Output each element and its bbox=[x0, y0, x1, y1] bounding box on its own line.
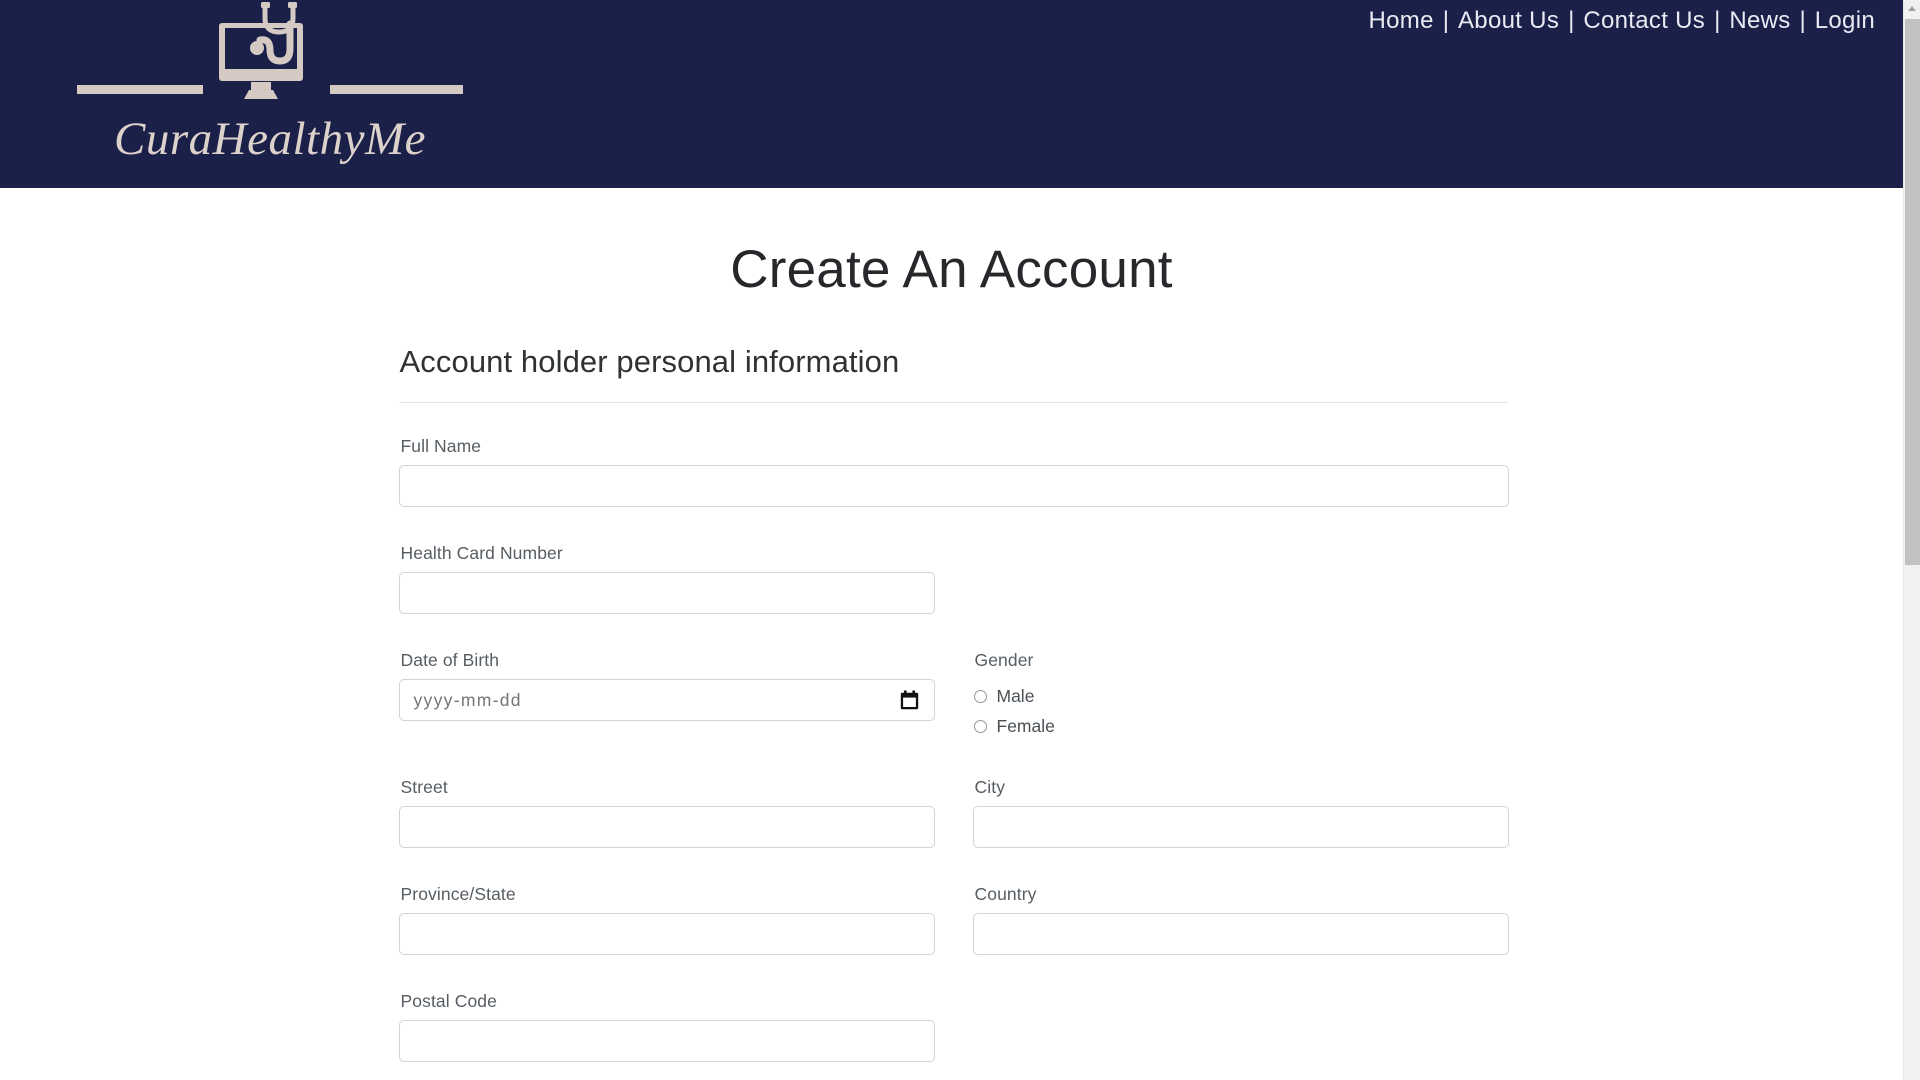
gender-option-male[interactable]: Male bbox=[973, 681, 1055, 711]
date-of-birth-control: yyyy-mm-dd bbox=[398, 679, 935, 722]
label-province-state: Province/State bbox=[400, 884, 516, 905]
create-account-form: Account holder personal information Full… bbox=[396, 344, 1509, 1063]
label-street: Street bbox=[400, 777, 448, 798]
section-divider bbox=[398, 402, 1508, 404]
main-navigation: Home | About Us | Contact Us | News | Lo… bbox=[1369, 0, 1875, 42]
label-full-name: Full Name bbox=[400, 436, 482, 457]
label-gender: Gender bbox=[974, 650, 1034, 671]
label-postal-code: Postal Code bbox=[400, 991, 497, 1012]
gender-option-male-label: Male bbox=[996, 685, 1035, 706]
label-city: City bbox=[974, 777, 1006, 798]
field-group-province-state: Province/State bbox=[398, 884, 935, 956]
logo-rule-left bbox=[77, 85, 203, 94]
radio-icon-female[interactable] bbox=[973, 719, 987, 733]
section-heading-personal-information: Account holder personal information bbox=[399, 344, 900, 380]
gender-radio-group: Male Female bbox=[973, 679, 1055, 741]
health-card-number-input[interactable] bbox=[398, 572, 935, 615]
nav-link-home[interactable]: Home bbox=[1369, 7, 1434, 35]
province-state-input[interactable] bbox=[398, 913, 935, 956]
field-row-province-country: Province/State Country bbox=[398, 884, 1509, 956]
page-content: Home | About Us | Contact Us | News | Lo… bbox=[0, 0, 1903, 1080]
page-title: Create An Account bbox=[730, 240, 1173, 299]
postal-code-input[interactable] bbox=[398, 1020, 935, 1063]
field-row-street-city: Street City bbox=[398, 777, 1509, 849]
scroll-up-arrow-icon[interactable] bbox=[1904, 0, 1920, 17]
field-group-health-card-number: Health Card Number bbox=[398, 543, 1508, 615]
field-group-full-name: Full Name bbox=[398, 436, 1509, 508]
country-input[interactable] bbox=[972, 913, 1509, 956]
browser-viewport: Home | About Us | Contact Us | News | Lo… bbox=[0, 0, 1920, 1080]
field-group-city: City bbox=[972, 777, 1509, 849]
nav-link-login[interactable]: Login bbox=[1815, 7, 1875, 35]
nav-link-contact-us[interactable]: Contact Us bbox=[1583, 7, 1705, 35]
scrollbar-thumb[interactable] bbox=[1905, 19, 1920, 565]
field-group-gender: Gender Male Female bbox=[973, 650, 1055, 741]
city-input[interactable] bbox=[972, 806, 1509, 849]
label-country: Country bbox=[974, 884, 1037, 905]
site-logo[interactable]: CuraHealthyMe bbox=[70, 0, 470, 186]
gender-option-female-label: Female bbox=[996, 715, 1055, 736]
logo-wordmark: CuraHealthyMe bbox=[114, 113, 426, 165]
field-group-country: Country bbox=[972, 884, 1509, 956]
street-input[interactable] bbox=[398, 806, 935, 849]
field-row-dob-gender: Date of Birth yyyy-mm-dd Gender Male Fem… bbox=[398, 650, 1508, 741]
gender-option-female[interactable]: Female bbox=[973, 711, 1055, 741]
nav-separator: | bbox=[1568, 7, 1575, 34]
nav-link-news[interactable]: News bbox=[1729, 7, 1790, 35]
site-header: Home | About Us | Contact Us | News | Lo… bbox=[0, 0, 1903, 188]
full-name-input[interactable] bbox=[398, 465, 1509, 508]
vertical-scrollbar[interactable] bbox=[1903, 0, 1920, 1080]
field-group-date-of-birth: Date of Birth yyyy-mm-dd bbox=[398, 650, 935, 741]
date-of-birth-input[interactable] bbox=[398, 679, 935, 722]
nav-separator: | bbox=[1799, 7, 1806, 34]
field-group-postal-code: Postal Code bbox=[398, 991, 1508, 1063]
nav-separator: | bbox=[1714, 7, 1721, 34]
field-group-street: Street bbox=[398, 777, 935, 849]
main-content: Create An Account Account holder persona… bbox=[0, 240, 1903, 1063]
logo-rule-right bbox=[330, 85, 463, 94]
nav-separator: | bbox=[1442, 7, 1449, 34]
label-date-of-birth: Date of Birth bbox=[400, 650, 500, 671]
nav-link-about-us[interactable]: About Us bbox=[1458, 7, 1559, 35]
label-health-card-number: Health Card Number bbox=[400, 543, 563, 564]
radio-icon-male[interactable] bbox=[973, 689, 987, 703]
monitor-stethoscope-icon bbox=[205, 2, 329, 106]
